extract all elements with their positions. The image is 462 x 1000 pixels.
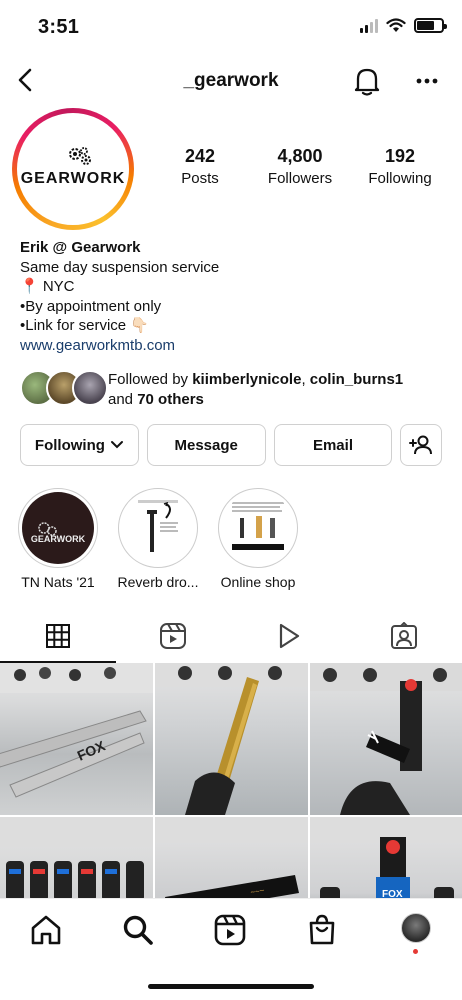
- stat-label: Followers: [267, 170, 333, 187]
- story-highlights: GEARWORK TN Nats '21 Reverb dro... Onlin…: [12, 488, 462, 590]
- notification-dot: [413, 949, 418, 954]
- shop-flyer-icon: [232, 502, 284, 550]
- status-bar: 3:51: [0, 0, 462, 54]
- stat-value: 192: [384, 146, 416, 166]
- profile-stats: 242 Posts 4,800 Followers 192 Following: [150, 146, 450, 187]
- play-icon: [279, 623, 299, 649]
- followed-by-others[interactable]: 70 others: [137, 391, 204, 408]
- search-icon[interactable]: [121, 913, 155, 947]
- notification-bell-icon[interactable]: [350, 64, 384, 98]
- post-image: FOX: [0, 663, 153, 798]
- add-user-icon: [409, 435, 433, 455]
- email-button[interactable]: Email: [273, 424, 393, 466]
- tab-reels[interactable]: [116, 610, 232, 662]
- svg-text:GEARWORK: GEARWORK: [31, 534, 86, 544]
- home-indicator: [148, 984, 314, 989]
- avatar[interactable]: GEARWORK: [17, 113, 129, 225]
- bio-line: 📍 NYC: [20, 278, 75, 296]
- highlight-label: Reverb dro...: [117, 574, 199, 590]
- stat-following[interactable]: 192 Following: [350, 146, 450, 187]
- story-ring[interactable]: GEARWORK: [12, 108, 134, 230]
- more-options-icon[interactable]: [410, 66, 444, 96]
- highlight-image: [122, 492, 194, 564]
- add-user-button[interactable]: [400, 424, 442, 466]
- avatar-logo-text: GEARWORK: [20, 170, 126, 187]
- wifi-icon: [386, 18, 406, 32]
- profile-tabs: [0, 610, 462, 663]
- follower-username[interactable]: kiimberlynicole: [192, 371, 301, 388]
- reels-icon: [160, 623, 187, 649]
- post-thumbnail[interactable]: FOX: [0, 663, 153, 815]
- post-thumbnail[interactable]: FOX: [310, 817, 462, 899]
- following-button[interactable]: Following: [20, 424, 139, 466]
- bio-website-link[interactable]: www.gearworkmtb.com: [20, 336, 440, 356]
- shop-bag-icon[interactable]: [305, 913, 339, 947]
- highlight-cover: [218, 488, 298, 568]
- post-thumbnail[interactable]: [155, 663, 308, 815]
- profile-actions: Following Message Email: [20, 424, 442, 466]
- highlight-cover: [118, 488, 198, 568]
- followed-by-text: Followed by kiimberlynicole, colin_burns…: [108, 370, 403, 409]
- status-icons: [360, 18, 447, 33]
- tab-tagged[interactable]: [347, 610, 462, 662]
- stat-label: Posts: [181, 170, 219, 187]
- chevron-down-icon: [110, 441, 123, 449]
- highlight-label: Online shop: [220, 574, 296, 590]
- cellular-signal-icon: [360, 18, 378, 33]
- highlight-image: [222, 492, 294, 564]
- highlight-item[interactable]: Online shop: [212, 488, 304, 590]
- profile-bio: Erik @ Gearwork Same day suspension serv…: [20, 238, 440, 356]
- post-image: [310, 663, 462, 815]
- posts-grid: FOX ~~~ FOX: [0, 663, 462, 899]
- separator: ,: [301, 371, 310, 388]
- profile-header: _gearwork: [0, 56, 462, 106]
- stat-value: 4,800: [277, 146, 323, 166]
- highlight-label: TN Nats '21: [21, 574, 95, 590]
- stat-value: 242: [184, 146, 216, 166]
- gears-logo-icon: GEARWORK: [31, 522, 86, 544]
- following-label: Following: [34, 436, 105, 454]
- grid-icon: [45, 624, 70, 648]
- post-image: FOX: [310, 817, 462, 899]
- highlight-cover: GEARWORK: [18, 488, 98, 568]
- post-thumbnail[interactable]: [310, 663, 462, 815]
- battery-icon: [414, 18, 447, 33]
- reels-icon[interactable]: [213, 913, 247, 947]
- profile-username: _gearwork: [183, 70, 279, 91]
- bio-line: •Link for service 👇🏻: [20, 317, 149, 335]
- tab-videos[interactable]: [231, 610, 347, 662]
- gears-logo-icon: [69, 147, 91, 165]
- post-image: [0, 817, 153, 899]
- stat-posts[interactable]: 242 Posts: [150, 146, 250, 187]
- highlight-item[interactable]: Reverb dro...: [112, 488, 204, 590]
- followed-by[interactable]: Followed by kiimberlynicole, colin_burns…: [20, 370, 450, 412]
- post-image: [155, 663, 308, 815]
- follower-username[interactable]: colin_burns1: [310, 371, 403, 388]
- post-thumbnail[interactable]: ~~~: [155, 817, 308, 899]
- highlight-image: GEARWORK: [22, 492, 94, 564]
- stat-label: Following: [368, 170, 432, 187]
- bio-line: •By appointment only: [20, 297, 162, 315]
- profile-display-name: Erik @ Gearwork: [20, 239, 141, 256]
- follower-avatar: [72, 370, 108, 406]
- post-image: ~~~: [155, 817, 308, 899]
- followed-by-prefix: Followed by: [108, 371, 193, 388]
- dropper-post-icon: [138, 500, 178, 552]
- bio-line: Same day suspension service: [20, 258, 220, 276]
- message-button[interactable]: Message: [146, 424, 266, 466]
- stat-followers[interactable]: 4,800 Followers: [250, 146, 350, 187]
- profile-avatar-tab[interactable]: [401, 913, 431, 943]
- highlight-item[interactable]: GEARWORK TN Nats '21: [12, 488, 104, 590]
- post-thumbnail[interactable]: [0, 817, 153, 899]
- home-icon[interactable]: [29, 913, 63, 947]
- tab-posts-grid[interactable]: [0, 610, 116, 663]
- status-time: 3:51: [38, 16, 80, 38]
- tagged-person-icon: [391, 622, 418, 649]
- followed-by-and: and: [108, 390, 138, 408]
